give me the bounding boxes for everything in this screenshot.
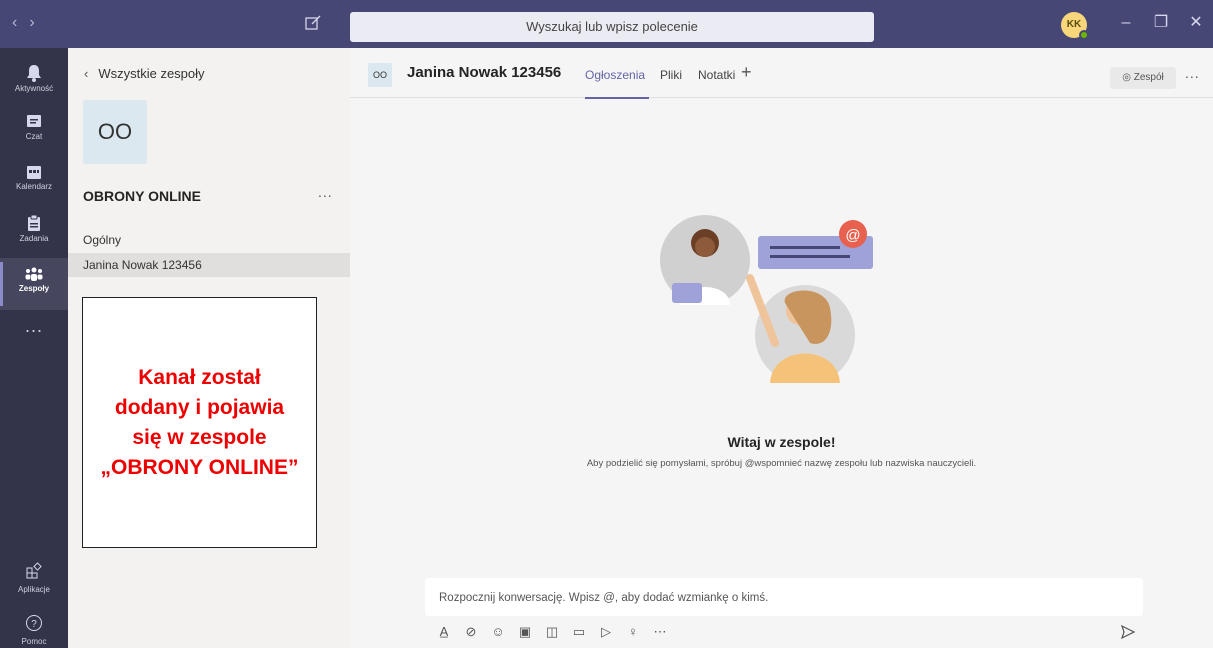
maximize-button[interactable]: ❐ xyxy=(1148,10,1174,36)
tab-files[interactable]: Pliki xyxy=(660,68,682,82)
rail-label: Zadania xyxy=(19,234,49,243)
channel-item-selected[interactable]: Janina Nowak 123456 xyxy=(68,253,350,277)
new-chat-icon[interactable] xyxy=(303,13,323,33)
message-composer-input[interactable]: Rozpocznij konwersację. Wpisz @, aby dod… xyxy=(425,578,1143,616)
rail-item-help[interactable]: ? Pomoc xyxy=(0,614,68,646)
rail-label: Aplikacje xyxy=(17,585,50,594)
minimize-button[interactable]: – xyxy=(1113,10,1139,36)
close-button[interactable]: ✕ xyxy=(1183,10,1209,36)
sticker-icon[interactable]: ◫ xyxy=(544,624,560,644)
rail-label: Czat xyxy=(25,132,43,141)
app-rail: Aktywność Czat Kalendarz Zadania Zespoły… xyxy=(0,48,68,648)
all-teams-link[interactable]: ‹ Wszystkie zespoły xyxy=(84,66,205,81)
calendar-icon xyxy=(27,166,41,179)
rail-label: Pomoc xyxy=(21,637,47,646)
rail-label: Aktywność xyxy=(14,84,54,93)
chevron-left-icon: ‹ xyxy=(84,66,89,81)
chat-icon xyxy=(27,115,41,127)
help-icon: ? xyxy=(26,615,42,631)
search-input[interactable]: Wyszukaj lub wpisz polecenie xyxy=(350,12,874,42)
channel-avatar: OO xyxy=(368,63,392,87)
active-tab-indicator xyxy=(585,97,649,99)
meet-icon[interactable]: ▭ xyxy=(571,624,587,644)
rail-item-assignments[interactable]: Zadania xyxy=(0,206,68,258)
user-avatar[interactable]: KK xyxy=(1061,12,1089,40)
back-arrow-icon[interactable]: ‹ xyxy=(12,14,29,32)
history-nav: ‹› xyxy=(12,14,47,32)
presence-status-icon xyxy=(1079,30,1089,40)
team-name: OBRONY ONLINE xyxy=(83,188,201,204)
header-more-options-icon[interactable]: ... xyxy=(1185,65,1200,81)
welcome-subtitle: Aby podzielić się pomysłami, spróbuj @ws… xyxy=(586,458,977,469)
emoji-icon[interactable]: ☺ xyxy=(490,624,506,644)
team-button-label: Zespół xyxy=(1133,72,1164,83)
tab-notes[interactable]: Notatki xyxy=(698,68,735,82)
rail-item-chat[interactable]: Czat xyxy=(0,106,68,158)
rail-item-activity[interactable]: Aktywność xyxy=(0,56,68,108)
apps-icon xyxy=(26,562,42,579)
forward-arrow-icon[interactable]: › xyxy=(29,14,46,32)
svg-text:@: @ xyxy=(845,227,860,244)
team-info-button[interactable]: ◎ Zespół xyxy=(1110,67,1176,89)
bell-icon xyxy=(27,65,41,82)
rail-label: Zespoły xyxy=(18,284,50,293)
rail-item-apps[interactable]: Aplikacje xyxy=(0,562,68,594)
composer-toolbar: A̲ ⊘ ☺ ▣ ◫ ▭ ▷ ♀ ⋯ xyxy=(436,624,668,644)
send-icon[interactable] xyxy=(1120,624,1136,640)
more-icon[interactable]: ⋯ xyxy=(652,624,668,644)
rail-item-teams[interactable]: Zespoły xyxy=(0,258,68,310)
gif-icon[interactable]: ▣ xyxy=(517,624,533,644)
rail-item-calendar[interactable]: Kalendarz xyxy=(0,156,68,208)
channel-title: Janina Nowak 123456 xyxy=(407,64,562,81)
team-more-options-icon[interactable]: ... xyxy=(318,184,333,200)
more-apps-icon[interactable]: ... xyxy=(0,316,68,337)
tab-posts[interactable]: Ogłoszenia xyxy=(585,68,645,82)
annotation-text: Kanał został dodany i pojawia się w zesp… xyxy=(100,365,299,479)
rail-label: Kalendarz xyxy=(15,182,53,191)
team-avatar: OO xyxy=(83,100,147,164)
welcome-illustration: @ xyxy=(660,215,873,383)
stream-icon[interactable]: ▷ xyxy=(598,624,614,644)
eye-icon: ◎ xyxy=(1122,72,1134,83)
title-bar: ‹› Wyszukaj lub wpisz polecenie KK – ❐ ✕ xyxy=(0,0,1213,48)
assignments-icon xyxy=(28,214,40,231)
format-icon[interactable]: A̲ xyxy=(436,624,452,644)
praise-icon[interactable]: ♀ xyxy=(625,624,641,644)
annotation-box: Kanał został dodany i pojawia się w zesp… xyxy=(82,297,317,548)
channel-main: OO Janina Nowak 123456 Ogłoszenia Pliki … xyxy=(350,48,1213,648)
channel-header: OO Janina Nowak 123456 Ogłoszenia Pliki … xyxy=(350,48,1213,99)
svg-text:?: ? xyxy=(31,619,37,630)
all-teams-label: Wszystkie zespoły xyxy=(98,66,205,81)
add-tab-icon[interactable]: + xyxy=(741,62,752,83)
welcome-title: Witaj w zespole! xyxy=(727,434,836,450)
attach-icon[interactable]: ⊘ xyxy=(463,624,479,644)
avatar-initials: KK xyxy=(1066,19,1082,30)
teams-icon xyxy=(25,267,43,281)
channel-item-general[interactable]: Ogólny xyxy=(68,228,350,252)
